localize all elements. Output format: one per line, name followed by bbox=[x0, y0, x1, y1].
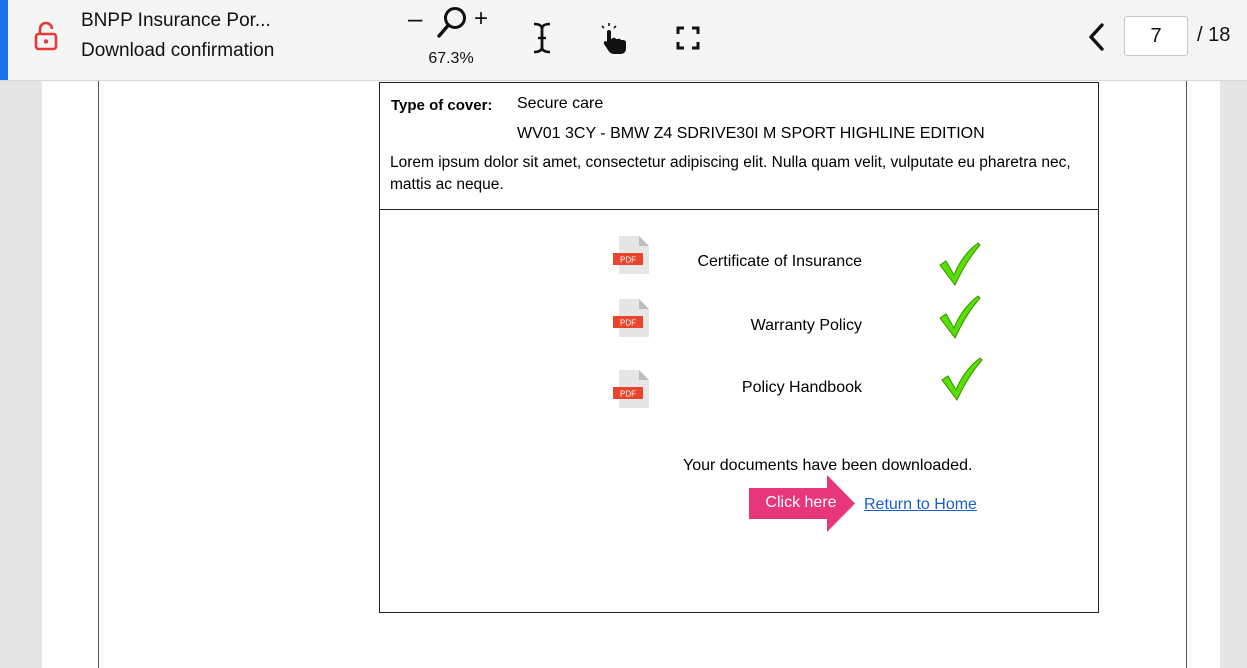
viewer-toolbar: BNPP Insurance Por... Download confirmat… bbox=[0, 0, 1247, 81]
chevron-left-icon[interactable] bbox=[1084, 20, 1110, 54]
lock-open-icon[interactable] bbox=[32, 21, 60, 51]
pdf-label: PDF bbox=[620, 390, 636, 399]
document-subtitle: Download confirmation bbox=[81, 40, 275, 61]
zoom-magnifier-icon[interactable] bbox=[436, 5, 468, 39]
pdf-label: PDF bbox=[620, 256, 636, 265]
fullscreen-icon[interactable] bbox=[672, 22, 704, 54]
checkmark-icon bbox=[941, 357, 983, 401]
toolbar-accent-bar bbox=[0, 0, 8, 80]
file-name-warranty: Warranty Policy bbox=[750, 317, 862, 334]
zoom-out-button[interactable]: – bbox=[408, 3, 422, 34]
download-status-message: Your documents have been downloaded. bbox=[683, 457, 973, 474]
checkmark-icon bbox=[939, 242, 981, 286]
zoom-in-button[interactable]: + bbox=[474, 5, 488, 33]
pdf-label: PDF bbox=[620, 319, 636, 328]
cover-type-label: Type of cover: bbox=[391, 97, 493, 114]
cover-type-value: Secure care bbox=[517, 95, 604, 112]
file-name-certificate: Certificate of Insurance bbox=[697, 253, 862, 270]
checkmark-icon bbox=[939, 295, 981, 339]
return-home-link[interactable]: Return to Home bbox=[864, 496, 977, 514]
file-name-handbook: Policy Handbook bbox=[741, 379, 862, 396]
hand-pointer-icon[interactable] bbox=[598, 20, 632, 56]
cover-description: Lorem ipsum dolor sit amet, consectetur … bbox=[390, 154, 1071, 193]
vehicle-description: WV01 3CY - BMW Z4 SDRIVE30I M SPORT HIGH… bbox=[517, 125, 985, 142]
page-number-input[interactable] bbox=[1124, 16, 1188, 56]
text-select-icon[interactable] bbox=[526, 20, 558, 56]
click-here-arrow[interactable] bbox=[749, 475, 855, 532]
page-total: / 18 bbox=[1197, 24, 1231, 46]
document-title: BNPP Insurance Por... bbox=[81, 10, 271, 31]
zoom-level: 67.3% bbox=[428, 50, 474, 67]
